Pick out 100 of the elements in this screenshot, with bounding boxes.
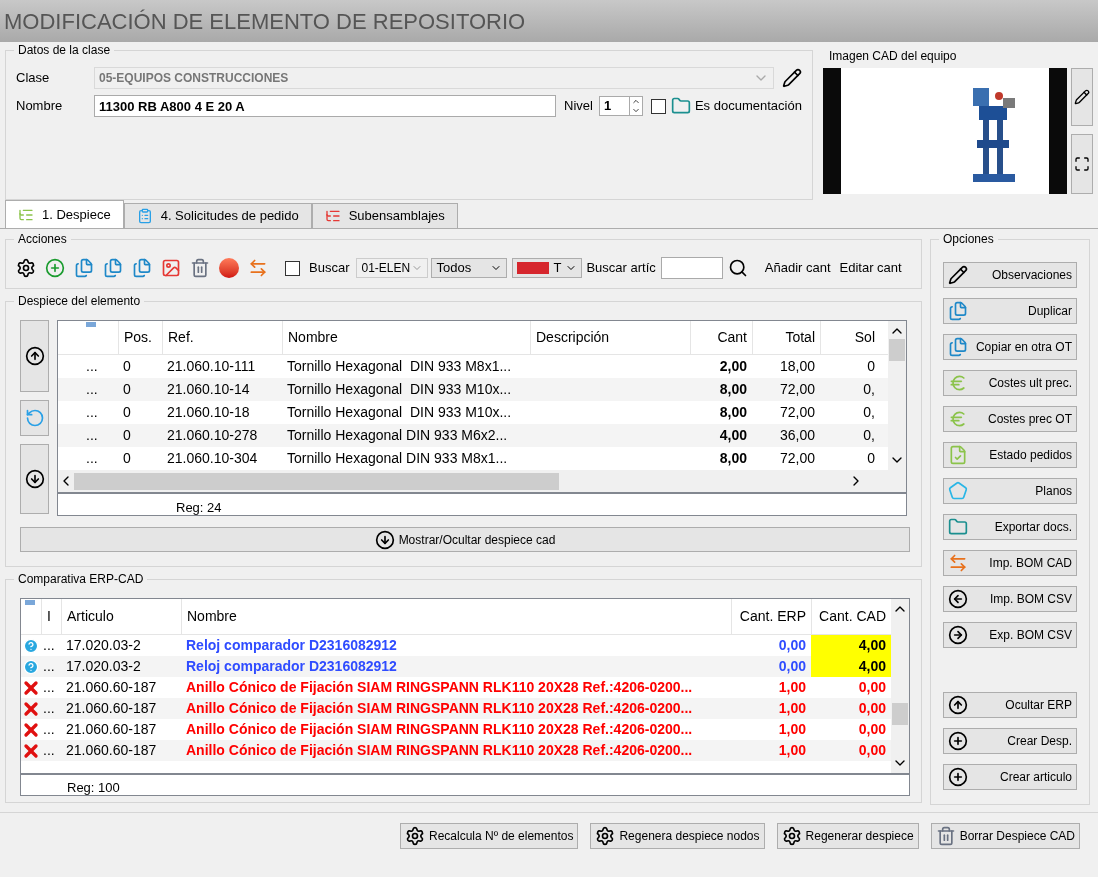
option-button[interactable]: Copiar en otra OT (943, 334, 1077, 360)
tab[interactable]: 4. Solicitudes de pedido (123, 203, 312, 228)
add-icon[interactable] (45, 258, 65, 278)
column-header[interactable]: Nombre (282, 321, 530, 354)
table-cell-text: 0,00 (857, 720, 887, 739)
sort-icon (86, 322, 96, 327)
table-cell-text: ... (42, 636, 56, 655)
copy-icon[interactable] (103, 258, 123, 278)
option-button[interactable]: Crear articulo (943, 764, 1077, 790)
option-button[interactable]: Duplicar (943, 298, 1077, 324)
column-header[interactable]: Nombre (181, 599, 731, 634)
copy-icon[interactable] (132, 258, 152, 278)
pentagon-icon (948, 481, 968, 501)
record-icon[interactable] (219, 258, 239, 278)
field-label: Nivel (564, 97, 593, 116)
option-button[interactable]: Observaciones (943, 262, 1077, 288)
table-cell-text: 21.060.10-111 (166, 357, 257, 376)
edit-icon[interactable] (782, 68, 802, 88)
trash-icon[interactable] (190, 258, 210, 278)
table-cell-text: ... (42, 741, 56, 760)
table-cell-text: ... (85, 403, 99, 422)
refresh-button[interactable] (20, 400, 49, 436)
color-swatch-icon (517, 262, 550, 274)
image-icon[interactable] (161, 258, 181, 278)
option-button[interactable]: Costes prec OT (943, 406, 1077, 432)
table-cell: 4,00 (811, 656, 891, 677)
settings-icon (595, 826, 616, 846)
table-cell-text: ... (42, 657, 56, 676)
search-checkbox[interactable] (285, 260, 300, 276)
class-dropdown[interactable]: 05-EQUIPOS CONSTRUCCIONES (94, 67, 774, 89)
edit-image-button[interactable] (1071, 68, 1093, 126)
column-header[interactable]: Sol (820, 321, 880, 354)
column-header[interactable]: Total (752, 321, 820, 354)
table-cell-text: 21.060.60-187 (65, 699, 158, 718)
search-icon[interactable] (727, 258, 748, 278)
table-cell-text: ... (42, 678, 56, 697)
expand-icon (1074, 156, 1090, 172)
table-cell-text: 1,00 (777, 678, 807, 697)
name-field[interactable]: 11300 RB A800 4 E 20 A (94, 95, 556, 117)
arrow-right-icon (948, 625, 968, 645)
table-cell-text: 0, (862, 426, 876, 445)
column-header[interactable]: I (41, 599, 61, 634)
scrollbar-thumb[interactable] (892, 703, 908, 725)
filter-dropdown[interactable]: Todos (431, 258, 508, 278)
group-title: Comparativa ERP-CAD (14, 571, 148, 587)
option-button[interactable]: Crear Desp. (943, 728, 1077, 754)
column-header[interactable]: Cant (690, 321, 752, 354)
scrollbar-thumb[interactable] (74, 472, 559, 490)
table-cell-text: Anillo Cónico de Fijación SIAM RINGSPANN RLK110 20X28 Ref.:4206-0200... (185, 741, 694, 760)
table-cell-text: ... (85, 357, 99, 376)
option-button[interactable]: Recalcula Nº de elementos (399, 823, 579, 849)
option-button[interactable]: Ocultar ERP (943, 692, 1077, 718)
column-header[interactable]: Pos. (118, 321, 162, 354)
column-header[interactable]: Articulo (61, 599, 181, 634)
move-down-button[interactable] (20, 444, 49, 514)
table-cell-text: 0 (122, 426, 132, 445)
column-header[interactable]: Descripción (530, 321, 690, 354)
tab[interactable]: Subensamblajes (311, 203, 458, 228)
color-dropdown[interactable]: T (512, 258, 583, 278)
folder-icon (670, 96, 691, 116)
option-button[interactable]: Imp. BOM CSV (943, 586, 1077, 612)
table-cell-text: Reloj comparador D2316082912 (185, 636, 398, 655)
option-button[interactable]: Regenera despiece nodos (590, 823, 765, 849)
tab[interactable]: 1. Despiece (5, 200, 124, 228)
expand-button[interactable] (1071, 134, 1093, 194)
search-field[interactable] (660, 257, 723, 279)
table-cell-text: 8,00 (718, 403, 748, 422)
copy-icon[interactable] (74, 258, 94, 278)
table-cell-text: 72,00 (778, 403, 816, 422)
add-quantity-link[interactable]: Añadir cant (764, 258, 831, 278)
record-count: Reg: 100 (66, 779, 121, 795)
table-cell-text: 21.060.60-187 (65, 741, 158, 760)
arrows-icon[interactable] (248, 258, 268, 278)
option-button[interactable]: Borrar Despiece CAD (930, 823, 1080, 849)
column-header[interactable]: Ref. (162, 321, 282, 354)
edit-quantity-link[interactable]: Editar cant (839, 258, 902, 278)
trash-icon (935, 826, 956, 846)
option-button[interactable]: Imp. BOM CAD (943, 550, 1077, 576)
toggle-cad-button[interactable]: Mostrar/Ocultar despiece cad (20, 527, 910, 552)
column-header[interactable]: Cant. ERP (731, 599, 811, 634)
pencil-icon (1074, 89, 1090, 105)
group-title: Opciones (939, 231, 998, 247)
table-cell-text: Tornillo Hexagonal DIN 933 M10x... (286, 380, 513, 399)
move-up-button[interactable] (20, 320, 49, 392)
option-button[interactable]: Exportar docs. (943, 514, 1077, 540)
settings-icon[interactable] (16, 258, 36, 278)
scrollbar-thumb[interactable] (889, 339, 905, 361)
level-spinner[interactable]: 1 (598, 96, 643, 116)
option-button[interactable]: Estado pedidos (943, 442, 1077, 468)
documentation-checkbox[interactable] (650, 98, 666, 114)
element-dropdown[interactable]: 01-ELEN (356, 258, 429, 278)
option-button[interactable]: Regenerar despiece (776, 823, 919, 849)
option-button[interactable]: Exp. BOM CSV (943, 622, 1077, 648)
option-button[interactable]: Costes ult prec. (943, 370, 1077, 396)
table-cell-text: 17.020.03-2 (65, 636, 142, 655)
group-title: Despiece del elemento (14, 293, 145, 309)
option-button[interactable]: Planos (943, 478, 1077, 504)
table-cell-text: 8,00 (718, 449, 748, 468)
table-cell-text: 0 (122, 449, 132, 468)
table-cell-text: Reloj comparador D2316082912 (185, 657, 398, 676)
